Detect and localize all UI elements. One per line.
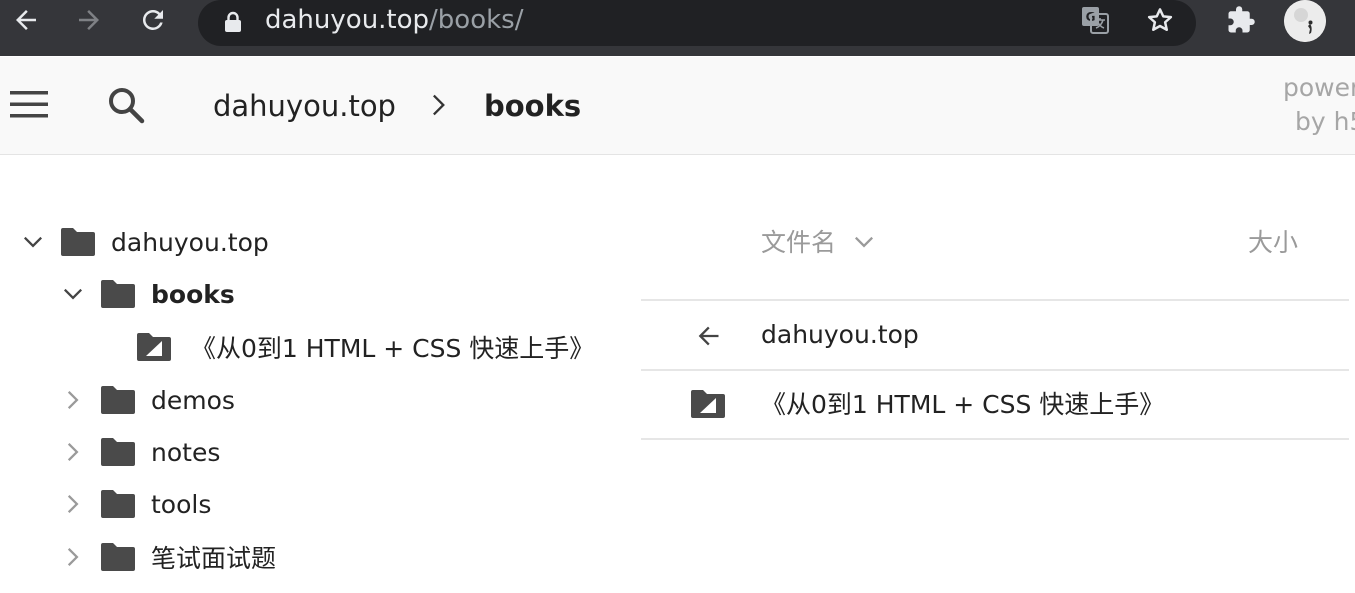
tree-item-books[interactable]: books <box>61 274 235 314</box>
tree-item-label: 笔试面试题 <box>151 544 277 573</box>
column-header-size[interactable]: 大小 <box>1248 226 1298 260</box>
profile-avatar[interactable] <box>1284 0 1326 42</box>
folder-icon <box>101 490 135 518</box>
parent-directory-row[interactable]: dahuyou.top <box>641 301 1349 369</box>
list-item-name: 《从0到1 HTML + CSS 快速上手》 <box>761 390 1165 419</box>
folder-link-icon <box>691 390 725 418</box>
tree-item-dahuyou-top[interactable]: dahuyou.top <box>21 222 269 262</box>
tree-item-book-link[interactable]: 《从0到1 HTML + CSS 快速上手》 <box>137 327 594 367</box>
address-bar[interactable]: dahuyou.top/books/ G <box>198 0 1196 46</box>
folder-icon <box>61 228 95 256</box>
arrow-right-icon <box>79 10 99 30</box>
divider <box>641 438 1349 440</box>
bookmark-star-button[interactable] <box>1144 4 1176 36</box>
reload-button[interactable] <box>133 4 173 36</box>
breadcrumb-root[interactable]: dahuyou.top <box>213 87 396 125</box>
folder-icon <box>101 386 135 414</box>
reload-icon <box>142 9 163 30</box>
powered-by-line-1: power <box>1283 73 1355 102</box>
folder-icon <box>101 438 135 466</box>
list-item[interactable]: 《从0到1 HTML + CSS 快速上手》 <box>641 371 1349 439</box>
column-header-name[interactable]: 文件名 <box>761 226 873 260</box>
tree-item-demos[interactable]: demos <box>61 380 235 420</box>
translate-icon: G <box>1082 7 1109 34</box>
powered-by-line-2: by h5 <box>1295 107 1355 136</box>
translate-button[interactable]: G <box>1079 4 1111 36</box>
chevron-right-icon <box>433 94 445 116</box>
tree-item-label: books <box>151 279 235 309</box>
hamburger-menu-icon <box>10 91 48 118</box>
parent-directory-label: dahuyou.top <box>761 320 919 349</box>
folder-link-icon <box>137 333 171 361</box>
arrow-left-icon <box>698 326 719 346</box>
chevron-down-icon[interactable] <box>852 230 876 254</box>
tree-item-notes[interactable]: notes <box>61 432 220 472</box>
browser-toolbar: dahuyou.top/books/ G <box>0 0 1355 56</box>
tree-item-label: tools <box>151 489 212 519</box>
lock-icon <box>225 11 241 32</box>
breadcrumb-current: books <box>484 89 582 123</box>
menu-button[interactable] <box>10 90 48 118</box>
extensions-button[interactable] <box>1221 4 1261 36</box>
chevron-right-icon[interactable] <box>61 440 85 464</box>
url-text[interactable]: dahuyou.top/books/ <box>265 4 524 36</box>
avatar-image-icon <box>1284 0 1326 42</box>
chevron-right-icon[interactable] <box>61 492 85 516</box>
forward-button[interactable] <box>69 4 109 36</box>
column-header-name-label: 文件名 <box>761 228 837 257</box>
tree-item-interview-questions[interactable]: 笔试面试题 <box>61 537 276 577</box>
url-path: /books/ <box>429 5 524 35</box>
tree-item-label: demos <box>151 385 235 415</box>
arrow-left-icon <box>16 10 36 30</box>
folder-icon <box>101 280 135 308</box>
powered-by-text: power by h5 <box>1283 71 1355 139</box>
tree-item-tools[interactable]: tools <box>61 484 211 524</box>
chevron-right-icon[interactable] <box>61 545 85 569</box>
chevron-right-icon[interactable] <box>61 388 85 412</box>
chevron-down-icon[interactable] <box>61 282 85 306</box>
tree-item-label: 《从0到1 HTML + CSS 快速上手》 <box>191 334 595 363</box>
tree-item-label: notes <box>151 437 221 467</box>
url-host: dahuyou.top <box>265 5 430 35</box>
search-icon <box>109 88 145 124</box>
star-outline-icon <box>1147 8 1173 31</box>
back-button[interactable] <box>6 4 46 36</box>
tree-item-label: dahuyou.top <box>111 227 269 257</box>
search-button[interactable] <box>106 85 146 125</box>
chevron-down-icon[interactable] <box>21 230 45 254</box>
folder-icon <box>101 543 135 571</box>
app-header: dahuyou.top books power by h5 <box>0 57 1355 155</box>
puzzle-piece-icon <box>1228 6 1255 33</box>
